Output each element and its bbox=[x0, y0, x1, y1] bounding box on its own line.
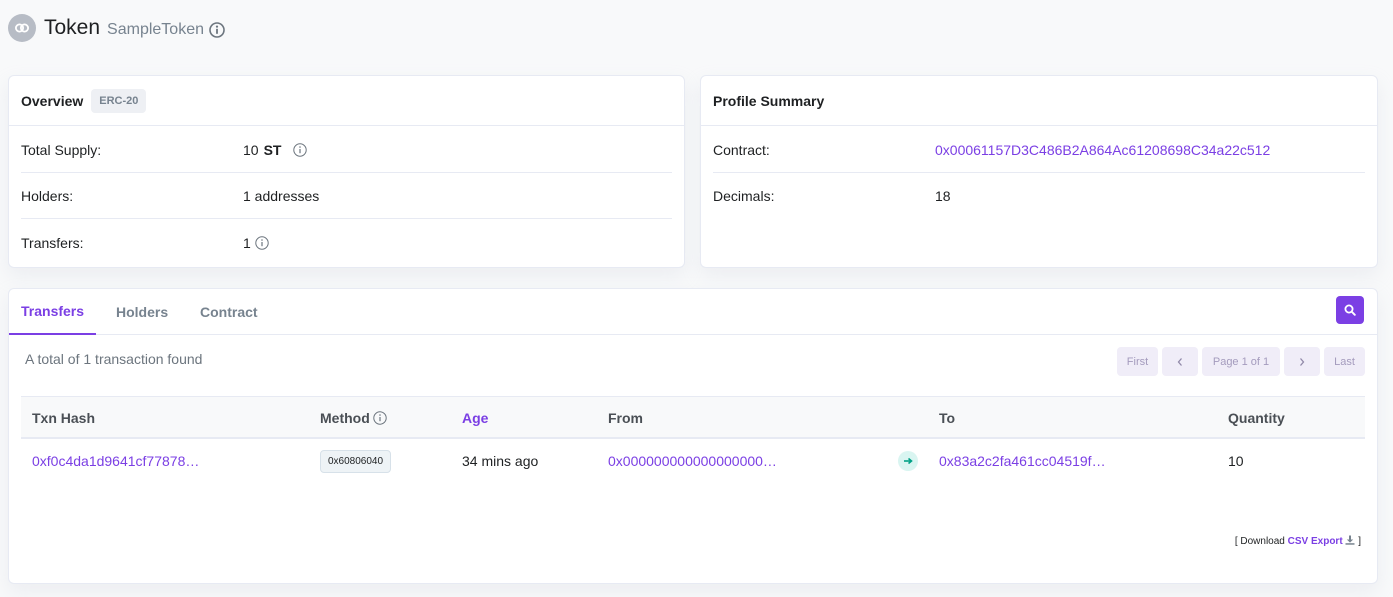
holders-value: 1 addresses bbox=[243, 187, 320, 204]
overview-card: Overview ERC-20 Total Supply: 10 ST Hold… bbox=[8, 75, 685, 268]
csv-export-link[interactable]: CSV Export bbox=[1287, 535, 1359, 547]
method-badge: 0x60806040 bbox=[320, 449, 392, 473]
transfers-count: 1 bbox=[243, 235, 251, 251]
pagination: First Page 1 of 1 Last bbox=[1117, 347, 1365, 376]
info-circle-icon[interactable] bbox=[293, 142, 308, 157]
next-page-button[interactable] bbox=[1284, 347, 1320, 376]
from-address-link[interactable]: 0x000000000000000000… bbox=[608, 439, 777, 483]
col-to: To bbox=[939, 409, 956, 426]
tab-bar: Transfers Holders Contract bbox=[9, 289, 1377, 335]
contract-row: Contract: 0x00061157D3C486B2A864Ac612086… bbox=[713, 127, 1365, 173]
table-header: Txn Hash Method Age From To Quantity bbox=[21, 396, 1365, 439]
page-title: Token bbox=[44, 16, 101, 39]
txn-hash-link[interactable]: 0xf0c4da1d9641cf77878… bbox=[32, 439, 199, 483]
tab-transfers[interactable]: Transfers bbox=[9, 289, 97, 335]
direction-cell bbox=[898, 439, 918, 483]
col-txn-hash: Txn Hash bbox=[32, 409, 96, 426]
col-from: From bbox=[608, 409, 643, 426]
page-header: Token SampleToken bbox=[8, 14, 225, 42]
col-method: Method bbox=[320, 397, 387, 438]
search-icon bbox=[1344, 304, 1356, 316]
chevron-right-icon bbox=[1300, 357, 1305, 366]
info-circle-icon[interactable] bbox=[373, 410, 387, 425]
total-supply-value: 10 ST bbox=[243, 141, 308, 158]
holders-label: Holders: bbox=[21, 187, 74, 204]
chevron-left-icon bbox=[1177, 357, 1182, 366]
profile-summary-card: Profile Summary Contract: 0x00061157D3C4… bbox=[700, 75, 1378, 268]
profile-summary-title: Profile Summary bbox=[713, 92, 825, 109]
tab-holders[interactable]: Holders bbox=[104, 289, 180, 335]
col-method-label: Method bbox=[320, 409, 370, 426]
tab-contract[interactable]: Contract bbox=[188, 289, 270, 335]
decimals-row: Decimals: 18 bbox=[713, 173, 1365, 219]
to-address-link[interactable]: 0x83a2c2fa461cc04519f… bbox=[939, 439, 1106, 483]
total-supply-amount: 10 bbox=[243, 141, 259, 158]
csv-download: [ Download CSV Export ] bbox=[1235, 535, 1361, 547]
holders-row: Holders: 1 addresses bbox=[21, 173, 672, 219]
token-name: SampleToken bbox=[107, 20, 204, 38]
csv-prefix: [ Download bbox=[1234, 536, 1285, 547]
col-age[interactable]: Age bbox=[462, 397, 488, 438]
arrow-right-icon bbox=[898, 451, 918, 471]
token-standard-badge: ERC-20 bbox=[91, 88, 147, 113]
transfers-row: Transfers: 1 bbox=[21, 219, 672, 267]
last-page-button[interactable]: Last bbox=[1324, 347, 1365, 376]
decimals-label: Decimals: bbox=[713, 188, 775, 204]
quantity-cell: 10 bbox=[1228, 453, 1244, 469]
download-icon bbox=[1345, 535, 1355, 545]
overview-title: Overview bbox=[21, 92, 84, 109]
overview-header: Overview ERC-20 bbox=[9, 76, 684, 126]
csv-suffix: ] bbox=[1358, 536, 1361, 547]
total-supply-label: Total Supply: bbox=[21, 141, 102, 158]
csv-export-label: CSV Export bbox=[1287, 536, 1343, 547]
contract-address-link[interactable]: 0x00061157D3C486B2A864Ac61208698C34a22c5… bbox=[935, 142, 1270, 158]
table-row: 0xf0c4da1d9641cf77878… 0x60806040 34 min… bbox=[21, 439, 1365, 483]
col-quantity: Quantity bbox=[1228, 409, 1285, 426]
transfers-label: Transfers: bbox=[21, 235, 84, 251]
method-cell: 0x60806040 bbox=[320, 439, 392, 483]
total-supply-row: Total Supply: 10 ST bbox=[21, 127, 672, 173]
token-symbol: ST bbox=[263, 141, 282, 158]
transactions-summary: A total of 1 transaction found bbox=[25, 351, 203, 367]
info-circle-icon[interactable] bbox=[209, 21, 225, 38]
contract-label: Contract: bbox=[713, 141, 770, 158]
first-page-button[interactable]: First bbox=[1117, 347, 1158, 376]
decimals-value: 18 bbox=[935, 188, 951, 204]
info-circle-icon[interactable] bbox=[255, 236, 269, 250]
link-icon bbox=[8, 14, 36, 42]
prev-page-button[interactable] bbox=[1162, 347, 1198, 376]
transfers-value: 1 bbox=[243, 235, 269, 251]
search-button[interactable] bbox=[1336, 296, 1364, 324]
page-indicator: Page 1 of 1 bbox=[1202, 347, 1280, 376]
transfers-card: Transfers Holders Contract A total of 1 … bbox=[8, 288, 1378, 584]
profile-summary-header: Profile Summary bbox=[701, 76, 1377, 126]
age-cell: 34 mins ago bbox=[462, 453, 539, 469]
